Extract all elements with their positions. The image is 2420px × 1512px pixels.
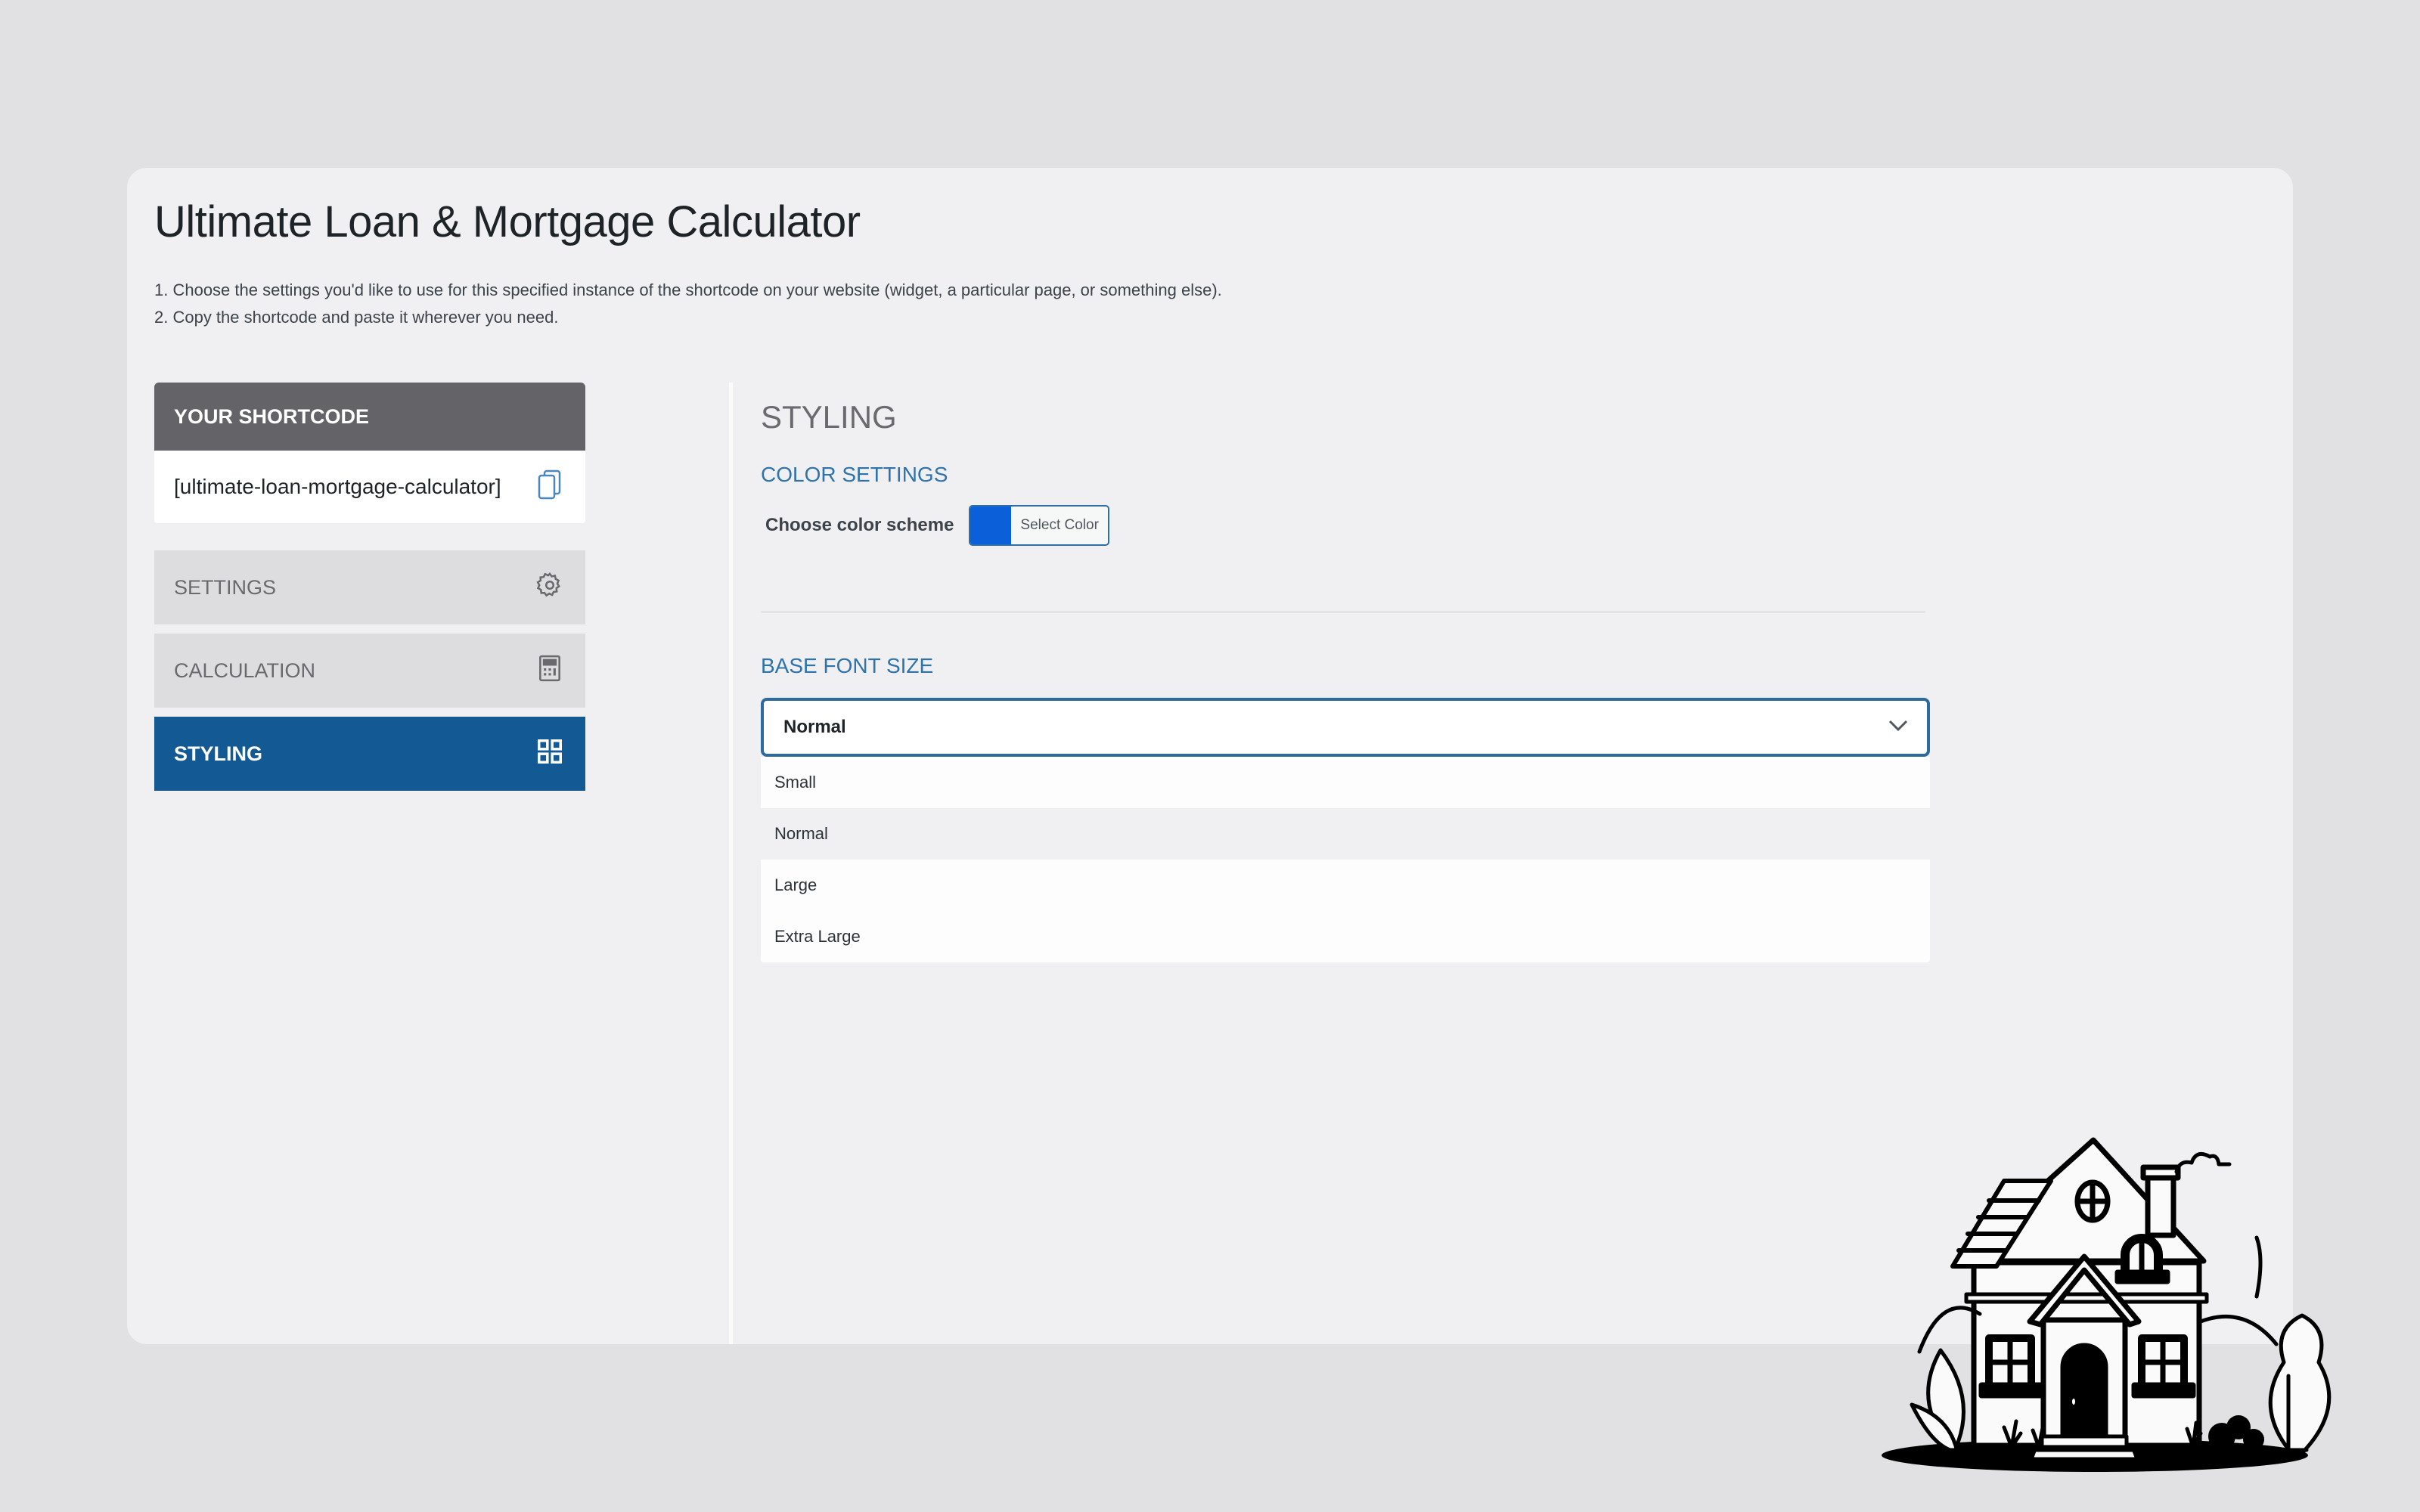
right-window — [2131, 1334, 2196, 1399]
vertical-divider — [729, 383, 733, 1344]
left-leaves — [1910, 1348, 1965, 1454]
select-color-label: Select Color — [1020, 517, 1099, 533]
color-scheme-row: Choose color scheme Select Color — [761, 505, 1933, 546]
font-size-option-small[interactable]: Small — [761, 757, 1930, 808]
font-size-selected-value: Normal — [783, 717, 846, 737]
arched-window — [2114, 1234, 2170, 1284]
floor-ledge — [1964, 1292, 2209, 1304]
font-size-select[interactable]: Normal — [761, 698, 1930, 757]
sidebar-item-label: SETTINGS — [174, 575, 277, 599]
instruction-step-2: 2. Copy the shortcode and paste it where… — [154, 308, 559, 327]
instructions: 1. Choose the settings you'd like to use… — [154, 277, 1222, 331]
right-swoosh — [2254, 1235, 2263, 1299]
shortcode-box: YOUR SHORTCODE [ultimate-loan-mortgage-c… — [154, 383, 585, 523]
font-size-option-normal[interactable]: Normal — [761, 808, 1930, 860]
right-tree — [2268, 1313, 2332, 1455]
instruction-step-1: 1. Choose the settings you'd like to use… — [154, 280, 1222, 299]
section-title: STYLING — [761, 399, 897, 435]
font-size-option-large[interactable]: Large — [761, 860, 1930, 911]
gear-icon — [535, 571, 564, 605]
color-swatch[interactable] — [970, 507, 1012, 544]
chevron-down-icon[interactable] — [1888, 719, 1909, 736]
sidebar-item-styling[interactable]: STYLING — [154, 717, 585, 791]
page-title: Ultimate Loan & Mortgage Calculator — [154, 197, 861, 246]
sidebar-item-label: STYLING — [174, 742, 263, 765]
shortcode-value[interactable]: [ultimate-loan-mortgage-calculator] — [174, 475, 501, 499]
sidebar-item-calculation[interactable]: CALCULATION — [154, 634, 585, 708]
sidebar: YOUR SHORTCODE [ultimate-loan-mortgage-c… — [154, 383, 585, 791]
copy-icon[interactable] — [537, 469, 563, 505]
grid-icon — [535, 737, 564, 771]
right-arc — [2198, 1315, 2279, 1346]
sidebar-item-settings[interactable]: SETTINGS — [154, 550, 585, 624]
main-content: STYLING COLOR SETTINGS Choose color sche… — [761, 383, 1933, 962]
sidebar-item-label: CALCULATION — [174, 658, 316, 682]
shortcode-header: YOUR SHORTCODE — [154, 383, 585, 451]
round-window — [2074, 1179, 2111, 1223]
house-illustration — [1882, 1137, 2332, 1472]
left-arc — [1917, 1306, 1982, 1354]
base-font-size-heading: BASE FONT SIZE — [761, 654, 934, 677]
calculator-icon — [535, 654, 564, 688]
select-color-button[interactable]: Select Color — [969, 505, 1109, 546]
color-scheme-label: Choose color scheme — [765, 515, 954, 535]
font-size-option-extra-large[interactable]: Extra Large — [761, 911, 1930, 962]
left-window — [1978, 1334, 2043, 1399]
color-settings-heading: COLOR SETTINGS — [761, 463, 948, 486]
section-divider — [761, 611, 1925, 613]
smoke-cloud — [2174, 1151, 2232, 1174]
chimney — [2145, 1170, 2176, 1238]
front-door — [2060, 1343, 2108, 1439]
shortcode-field[interactable]: [ultimate-loan-mortgage-calculator] — [154, 451, 585, 523]
font-size-dropdown: Small Normal Large Extra Large — [761, 757, 1930, 962]
